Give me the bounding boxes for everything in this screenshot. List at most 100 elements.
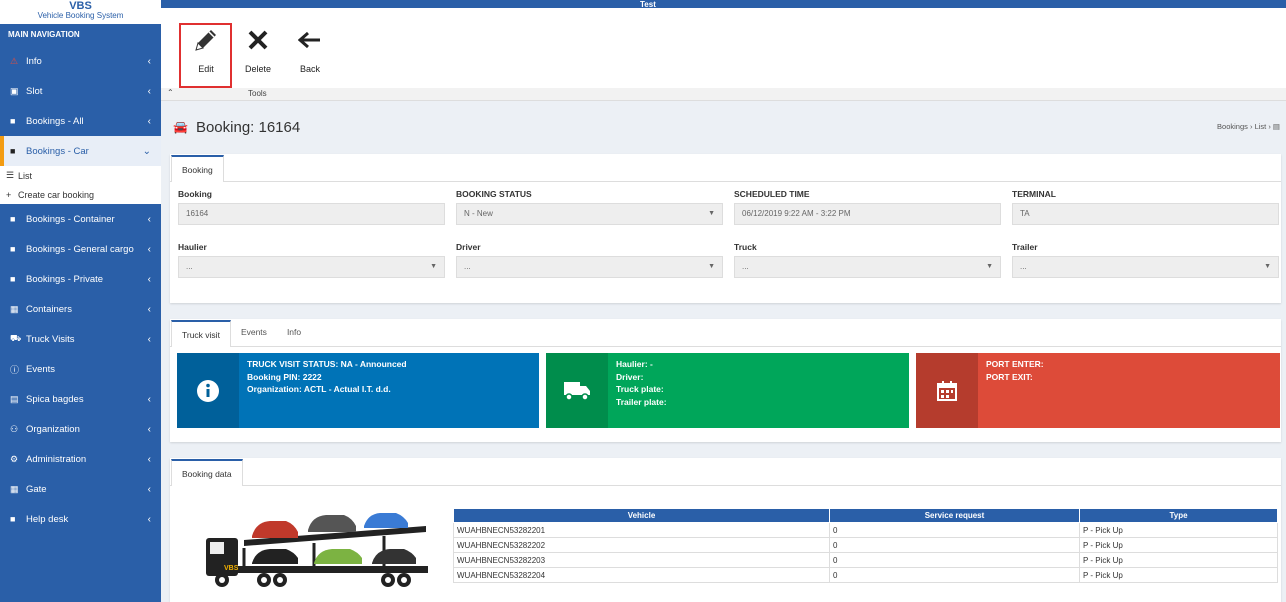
sidebar-subitem-create[interactable]: + Create car booking (0, 185, 161, 204)
tools-group-bar: ⌃ Tools (161, 88, 1286, 100)
users-icon: ⚇ (10, 423, 19, 434)
main-content: Edit Delete Back ⌃ Tools 🚘 Booking: 16164 … (161, 8, 1286, 602)
booking-field[interactable]: 16164 (178, 203, 445, 225)
grid-icon: ▦ (10, 303, 19, 314)
app-title: Test (640, 0, 656, 9)
chevron-left-icon: ‹ (147, 513, 151, 525)
caret-down-icon: ▼ (1264, 263, 1271, 270)
chevron-left-icon: ‹ (147, 333, 151, 345)
caret-up-icon[interactable]: ⌃ (167, 88, 174, 97)
chevron-left-icon: ‹ (147, 483, 151, 495)
sidebar-item-help-desk[interactable]: ■ Help desk ‹ (0, 504, 161, 534)
chevron-down-icon: ⌄ (142, 145, 151, 157)
sidebar-item-bookings-container[interactable]: ■ Bookings - Container ‹ (0, 204, 161, 234)
breadcrumb: Bookings › List › ▤ (1217, 122, 1280, 131)
haulier-select[interactable]: ... ▼ (178, 256, 445, 278)
truck-select[interactable]: ... ▼ (734, 256, 1001, 278)
table-row[interactable]: WUAHBNECN53282204 0 P - Pick Up (453, 567, 1278, 583)
back-button[interactable]: Back (284, 22, 336, 90)
sidebar-item-bookings-car[interactable]: ■ Bookings - Car ⌄ (0, 136, 161, 166)
field-label: Driver (456, 242, 481, 252)
column-header-service-request[interactable]: Service request (829, 508, 1080, 523)
calendar-check-icon: ▣ (10, 85, 19, 96)
sidebar-item-events[interactable]: ⓘ Events (0, 354, 161, 384)
plus-icon: + (6, 189, 12, 200)
logo[interactable]: VBS Vehicle Booking System (0, 0, 161, 24)
sidebar-item-bookings-all[interactable]: ■ Bookings - All ‹ (0, 106, 161, 136)
chevron-left-icon: ‹ (147, 423, 151, 435)
sidebar-item-gate[interactable]: ▦ Gate ‹ (0, 474, 161, 504)
sidebar-item-bookings-general-cargo[interactable]: ■ Bookings - General cargo ‹ (0, 234, 161, 264)
truck-visit-panel: Truck visit Events Info TRUCK VISIT STAT… (170, 319, 1281, 442)
sidebar-subitem-list[interactable]: ☰ List (0, 166, 161, 185)
driver-select[interactable]: ... ▼ (456, 256, 723, 278)
sidebar-item-slot[interactable]: ▣ Slot ‹ (0, 76, 161, 106)
column-header-type[interactable]: Type (1079, 508, 1278, 523)
folder-icon: ■ (10, 274, 16, 284)
chevron-left-icon: ‹ (147, 453, 151, 465)
sidebar-item-organization[interactable]: ⚇ Organization ‹ (0, 414, 161, 444)
sidebar-item-containers[interactable]: ▦ Containers ‹ (0, 294, 161, 324)
toolbar: Edit Delete Back ⌃ Tools (161, 8, 1286, 101)
scheduled-time-field[interactable]: 06/12/2019 9:22 AM - 3:22 PM (734, 203, 1001, 225)
tab-booking[interactable]: Booking (171, 155, 224, 182)
field-label: TERMINAL (1012, 189, 1056, 199)
table-row[interactable]: WUAHBNECN53282201 0 P - Pick Up (453, 522, 1278, 538)
field-label: Haulier (178, 242, 207, 252)
booking-data-panel: Booking data VBS Vehicle Service request… (170, 458, 1281, 602)
page-title: Booking: 16164 (195, 118, 301, 136)
column-header-vehicle[interactable]: Vehicle (453, 508, 830, 523)
field-label: Trailer (1012, 242, 1038, 252)
sidebar-item-truck-visits[interactable]: ⛟ Truck Visits ‹ (0, 324, 161, 354)
sidebar-item-info[interactable]: ⚠ Info ‹ (0, 46, 161, 76)
truck-visit-status-tile: TRUCK VISIT STATUS: NA - Announced Bookin… (177, 353, 539, 428)
sidebar: VBS Vehicle Booking System MAIN NAVIGATIO… (0, 0, 161, 602)
breadcrumb-list[interactable]: List (1255, 122, 1267, 131)
pencil-icon (195, 30, 216, 51)
caret-down-icon: ▼ (430, 263, 437, 270)
nav-heading: MAIN NAVIGATION (8, 30, 80, 39)
tab-truck-visit[interactable]: Truck visit (171, 320, 231, 347)
arrow-left-icon (298, 31, 320, 49)
field-label: Booking (178, 189, 212, 199)
truck-info-tile: Haulier: - Driver: Truck plate: Trailer pla… (546, 353, 909, 428)
field-label: SCHEDULED TIME (734, 189, 810, 199)
port-times-tile: PORT ENTER: PORT EXIT: (916, 353, 1280, 428)
id-card-icon: ▤ (10, 393, 19, 404)
truck-icon (546, 353, 608, 428)
breadcrumb-bookings[interactable]: Bookings (1217, 122, 1248, 131)
info-circle-icon: ⓘ (10, 364, 20, 375)
tab-events[interactable]: Events (231, 319, 277, 346)
tab-booking-data[interactable]: Booking data (171, 459, 243, 486)
booking-status-select[interactable]: N - New ▼ (456, 203, 723, 225)
sidebar-item-spica-badges[interactable]: ▤ Spica bagdes ‹ (0, 384, 161, 414)
trailer-select[interactable]: ... ▼ (1012, 256, 1279, 278)
calendar-icon (916, 353, 978, 428)
tab-info[interactable]: Info (277, 319, 311, 346)
grid-icon: ▦ (10, 483, 19, 494)
chevron-left-icon: ‹ (147, 213, 151, 225)
edit-button[interactable]: Edit (180, 22, 232, 90)
caret-down-icon: ▼ (708, 210, 715, 217)
table-row[interactable]: WUAHBNECN53282202 0 P - Pick Up (453, 537, 1278, 553)
delete-button[interactable]: Delete (232, 22, 284, 90)
svg-text:VBS: VBS (224, 565, 239, 572)
folder-icon: ■ (10, 116, 16, 126)
chevron-left-icon: ‹ (147, 115, 151, 127)
sidebar-item-bookings-private[interactable]: ■ Bookings - Private ‹ (0, 264, 161, 294)
chevron-left-icon: ‹ (147, 85, 151, 97)
sidebar-item-administration[interactable]: ⚙ Administration ‹ (0, 444, 161, 474)
terminal-field[interactable]: TA (1012, 203, 1279, 225)
chevron-left-icon: ‹ (147, 303, 151, 315)
field-label: BOOKING STATUS (456, 189, 532, 199)
chevron-left-icon: ‹ (147, 55, 151, 67)
vehicles-table: Vehicle Service request Type WUAHBNECN53… (453, 508, 1278, 583)
list-icon: ☰ (6, 170, 15, 180)
page-title-bar: 🚘 Booking: 16164 Bookings › List › ▤ (161, 107, 1286, 147)
booking-form: Booking 16164 BOOKING STATUS N - New ▼ SCHE… (170, 182, 1281, 302)
x-icon (248, 30, 268, 50)
sidebar-subnav: ☰ List + Create car booking (0, 166, 161, 204)
table-row[interactable]: WUAHBNECN53282203 0 P - Pick Up (453, 552, 1278, 568)
folder-icon: ■ (10, 514, 16, 524)
caret-down-icon: ▼ (986, 263, 993, 270)
